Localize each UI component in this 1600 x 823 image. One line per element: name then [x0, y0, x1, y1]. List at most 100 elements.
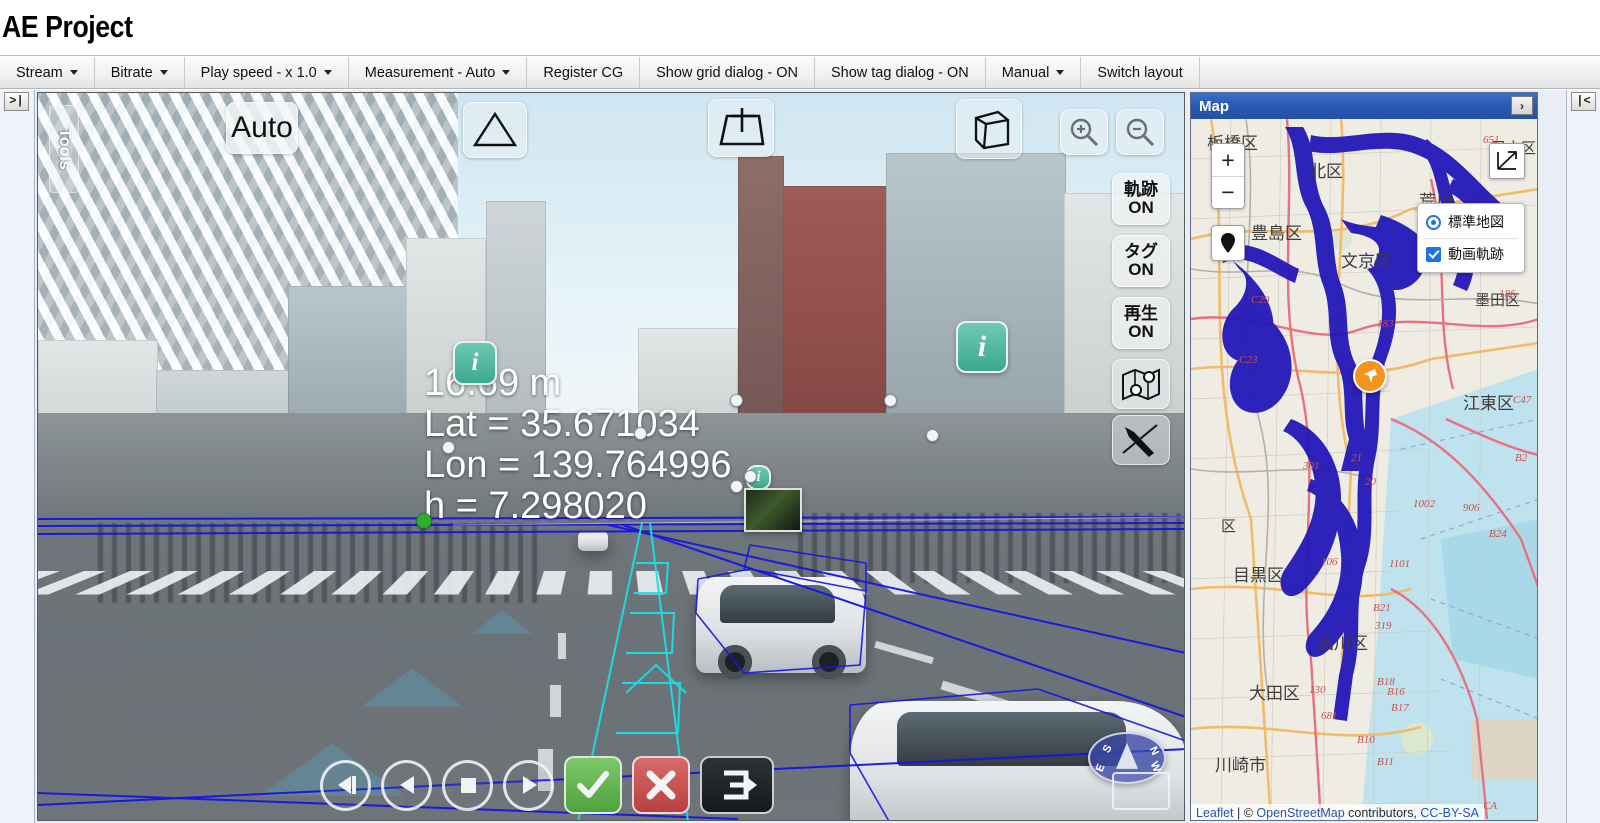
volume-measure-button[interactable]	[956, 99, 1022, 159]
map-road-number: 21	[1351, 452, 1362, 464]
map-position-marker[interactable]	[1353, 359, 1387, 393]
measurement-node[interactable]	[634, 427, 647, 440]
play-button[interactable]	[503, 760, 554, 811]
zoom-in-button[interactable]	[1060, 109, 1108, 155]
menu-item-measurement[interactable]: Measurement - Auto	[349, 57, 528, 88]
right-panel-strip: |<	[1566, 90, 1600, 823]
attribution-separator: |	[1234, 806, 1244, 820]
menu-item-play-speed[interactable]: Play speed - x 1.0	[185, 57, 349, 88]
vehicle-wheel	[718, 645, 752, 679]
info-marker[interactable]: i	[956, 321, 1008, 373]
map-locate-button[interactable]	[1211, 225, 1245, 261]
step-backward-icon	[333, 774, 359, 796]
map-road-number: B17	[1391, 702, 1409, 714]
check-icon	[576, 770, 610, 800]
map-pin-button[interactable]	[1112, 359, 1170, 409]
auto-mode-label: Auto	[231, 111, 293, 145]
application-window: AE Project Stream Bitrate Play speed - x…	[0, 0, 1600, 823]
step-back-button[interactable]	[320, 760, 371, 811]
map-road-number: 301	[1302, 460, 1320, 472]
map-zoom-out-button[interactable]: −	[1212, 176, 1244, 208]
tools-tab-label: Tools	[55, 128, 73, 169]
chevron-down-icon	[502, 70, 510, 75]
height-measure-button[interactable]	[463, 102, 527, 158]
pen-tool-button[interactable]	[1112, 415, 1170, 465]
checkbox-icon[interactable]	[1426, 247, 1441, 262]
cursor-arrow-icon	[1361, 367, 1379, 385]
stop-icon	[457, 774, 479, 796]
measurement-node[interactable]	[730, 480, 743, 493]
measurement-node-active[interactable]	[416, 513, 432, 529]
expand-left-panel-button[interactable]: >|	[4, 92, 29, 111]
map-zoom-in-button[interactable]: +	[1212, 144, 1244, 176]
measurement-node[interactable]	[730, 394, 743, 407]
compass-north-label: N	[1147, 745, 1161, 757]
menu-item-label: Bitrate	[111, 65, 153, 81]
app-title: AE Project	[2, 9, 133, 45]
leaflet-link[interactable]: Leaflet	[1196, 806, 1234, 820]
map-measure-button[interactable]	[1489, 143, 1525, 179]
collapse-right-panel-button[interactable]: |<	[1571, 92, 1596, 111]
map-layer-control: 標準地図 動画軌跡	[1417, 203, 1525, 273]
measurement-node[interactable]	[442, 441, 455, 454]
track-toggle-button[interactable]: 軌跡 ON	[1112, 173, 1170, 225]
confirm-button[interactable]	[564, 756, 622, 814]
map-collapse-button[interactable]: ›	[1511, 96, 1533, 115]
map-district-label: 目黒区	[1233, 566, 1284, 585]
road-arrow	[361, 668, 462, 706]
plane-measure-button[interactable]	[708, 99, 774, 157]
menu-bar: Stream Bitrate Play speed - x 1.0 Measur…	[0, 57, 1600, 89]
map-road-number: B2	[1515, 452, 1528, 464]
menu-item-switch-layout[interactable]: Switch layout	[1081, 57, 1199, 88]
magnifier-minus-icon	[1124, 116, 1156, 148]
map-layer-standard[interactable]: 標準地図	[1424, 209, 1518, 235]
attribution-contributors: contributors,	[1345, 806, 1421, 820]
menu-item-label: Play speed - x 1.0	[201, 65, 317, 81]
measurement-node[interactable]	[884, 394, 897, 407]
osm-link[interactable]: OpenStreetMap	[1256, 806, 1344, 820]
map-district-label: 文京区	[1341, 252, 1392, 271]
video-viewport[interactable]: Tools Auto	[37, 92, 1185, 821]
map-district-label: 品川区	[1317, 634, 1368, 653]
track-toggle-label: 軌跡	[1124, 181, 1158, 199]
menu-item-register-cg[interactable]: Register CG	[527, 57, 640, 88]
tools-tab[interactable]: Tools	[49, 105, 79, 193]
exit-button[interactable]	[700, 756, 774, 814]
map-road-number: B21	[1373, 602, 1391, 614]
measurement-node[interactable]	[744, 470, 757, 483]
tag-toggle-button[interactable]: タグ ON	[1112, 235, 1170, 287]
menu-item-bitrate[interactable]: Bitrate	[95, 57, 185, 88]
license-link[interactable]: CC-BY-SA	[1420, 806, 1479, 820]
menu-item-label: Manual	[1002, 65, 1050, 81]
radio-button-icon[interactable]	[1426, 215, 1441, 230]
zoom-out-button[interactable]	[1116, 109, 1164, 155]
menu-item-stream[interactable]: Stream	[0, 57, 95, 88]
map-layer-video-track[interactable]: 動画軌跡	[1424, 238, 1518, 267]
map-district-label: 豊島区	[1251, 224, 1302, 243]
tag-toggle-label: タグ	[1124, 243, 1158, 261]
playback-toggle-button[interactable]: 再生 ON	[1112, 297, 1170, 349]
menu-item-show-tag-dialog[interactable]: Show tag dialog - ON	[815, 57, 986, 88]
auto-mode-button[interactable]: Auto	[226, 102, 298, 154]
chevron-down-icon	[70, 70, 78, 75]
cancel-button[interactable]	[632, 756, 690, 814]
tag-thumbnail[interactable]	[744, 488, 802, 532]
crosswalk-markings	[37, 571, 1185, 595]
map-road-number: B24	[1489, 528, 1507, 540]
menu-item-manual[interactable]: Manual	[986, 57, 1082, 88]
main-content-area: >| |<	[0, 90, 1600, 823]
stop-button[interactable]	[442, 760, 493, 811]
magnifier-plus-icon	[1068, 116, 1100, 148]
map-panel: Map ›	[1190, 92, 1538, 821]
vehicle-white-sedan	[696, 577, 866, 673]
menu-item-show-grid-dialog[interactable]: Show grid dialog - ON	[640, 57, 815, 88]
info-marker[interactable]: i	[453, 341, 497, 385]
map-road-number: 681	[1321, 710, 1338, 722]
map-layer-label: 動画軌跡	[1448, 244, 1504, 264]
rewind-button[interactable]	[381, 760, 432, 811]
fullscreen-button[interactable]	[1112, 772, 1170, 810]
map-pin-icon	[1121, 366, 1161, 402]
cube-icon	[966, 106, 1012, 152]
measurement-node[interactable]	[926, 429, 939, 442]
map-canvas[interactable]: 板橋区北区荒川足立区豊島区文京区江東区墨田区目黒区品川区大田区川崎市区 C29C…	[1191, 119, 1538, 821]
